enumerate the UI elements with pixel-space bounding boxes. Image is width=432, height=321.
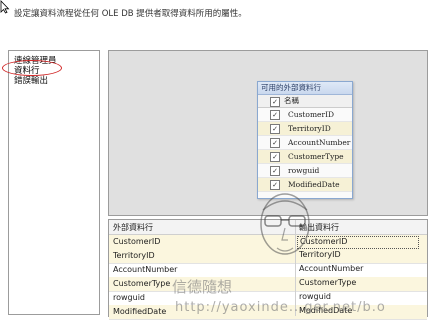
checkbox[interactable]: ✓ [270,124,280,134]
watermark-url: http://yaoxinde...ger.net/b.o [175,300,386,315]
name-column-header: 名稱 [284,96,299,105]
column-row-customertype[interactable]: ✓ CustomerType [258,150,352,164]
external-column-header: 外部資料行 [113,223,153,232]
column-name: CustomerType [288,152,344,161]
column-name: rowguid [288,166,320,175]
page-navigation-list: 連線管理員 資料行 錯誤輸出 [8,50,100,315]
mouse-cursor-icon [0,0,10,14]
column-row-territoryid[interactable]: ✓ TerritoryID [258,122,352,136]
available-external-columns-window: 可用的外部資料行 ✓ 名稱 ✓ CustomerID ✓ TerritoryID… [257,81,353,199]
columns-header-row: ✓ 名稱 [258,95,352,108]
watermark-name: 信德隨想 [172,278,233,296]
checkbox[interactable]: ✓ [270,110,280,120]
column-name: AccountNumber [288,138,351,147]
checkbox[interactable]: ✓ [270,152,280,162]
column-name: TerritoryID [288,124,331,133]
output-cell[interactable]: CustomerID [297,236,419,249]
grid-row[interactable]: CustomerType CustomerType [109,277,427,292]
column-row-accountnumber[interactable]: ✓ AccountNumber [258,136,352,150]
nav-item-error-output[interactable]: 錯誤輸出 [14,74,48,86]
output-cell[interactable]: CustomerType [297,278,417,289]
external-cell: AccountNumber [113,265,178,274]
external-cell: rowguid [113,293,145,302]
column-row-rowguid[interactable]: ✓ rowguid [258,164,352,178]
column-row-customerid[interactable]: ✓ CustomerID [258,108,352,122]
select-all-checkbox[interactable]: ✓ [270,97,280,107]
column-name: CustomerID [288,110,335,119]
description-text: 設定讓資料流程從任何 OLE DB 提供者取得資料所用的屬性。 [14,9,247,19]
checkbox[interactable]: ✓ [270,138,280,148]
output-cell[interactable]: AccountNumber [297,264,417,275]
external-cell: CustomerType [113,279,171,288]
external-cell: CustomerID [113,237,161,246]
output-cell[interactable]: TerritoryID [297,250,417,261]
checkbox[interactable]: ✓ [270,166,280,176]
watermark-avatar-icon [260,193,310,255]
external-cell: TerritoryID [113,251,155,260]
columns-window-title: 可用的外部資料行 [258,82,352,95]
external-cell: ModifiedDate [113,307,167,316]
